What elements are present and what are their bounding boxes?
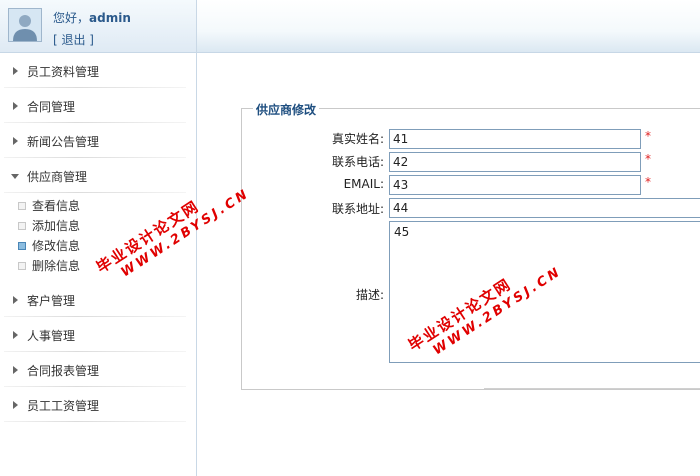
- menu-item-label: 合同报表管理: [27, 364, 100, 378]
- greeting-text: 您好，: [53, 11, 90, 25]
- submenu-label: 添加信息: [32, 219, 81, 233]
- user-panel: 您好，admin [ 退出 ]: [0, 0, 196, 53]
- submenu-label: 查看信息: [32, 199, 81, 213]
- menu-item-contract-report[interactable]: 合同报表管理: [0, 352, 196, 387]
- menu-item-label: 客户管理: [27, 294, 76, 308]
- menu-item-label: 员工资料管理: [27, 65, 100, 79]
- user-avatar-icon: [9, 9, 41, 41]
- realname-label: 真实姓名:: [331, 132, 384, 146]
- email-label: EMAIL:: [343, 177, 384, 191]
- required-mark: *: [645, 129, 651, 143]
- menu-item-customer[interactable]: 客户管理: [0, 282, 196, 317]
- menu-item-label: 供应商管理: [27, 170, 88, 184]
- menu-item-employee[interactable]: 员工资料管理: [0, 53, 196, 88]
- chevron-right-icon: [13, 296, 18, 304]
- menu-item-supplier[interactable]: 供应商管理: [0, 158, 196, 193]
- description-label: 描述:: [355, 288, 384, 302]
- chevron-right-icon: [13, 366, 18, 374]
- chevron-right-icon: [13, 102, 18, 110]
- phone-input[interactable]: [389, 152, 641, 172]
- header-band: [197, 0, 700, 53]
- square-bullet-icon: [18, 262, 26, 270]
- square-bullet-icon: [18, 222, 26, 230]
- square-bullet-icon: [18, 202, 26, 210]
- chevron-right-icon: [13, 137, 18, 145]
- submenu-label: 删除信息: [32, 259, 81, 273]
- required-mark: *: [645, 175, 651, 189]
- menu-item-news[interactable]: 新闻公告管理: [0, 123, 196, 158]
- menu-item-salary[interactable]: 员工工资管理: [0, 387, 196, 422]
- realname-input[interactable]: [389, 129, 641, 149]
- chevron-right-icon: [13, 331, 18, 339]
- address-label: 联系地址:: [331, 202, 384, 216]
- username: admin: [89, 11, 131, 25]
- address-input[interactable]: [389, 198, 700, 218]
- menu-item-contract[interactable]: 合同管理: [0, 88, 196, 123]
- menu-item-label: 员工工资管理: [27, 399, 100, 413]
- avatar: [8, 8, 42, 42]
- logout-link[interactable]: [ 退出 ]: [53, 31, 94, 48]
- menu-item-label: 新闻公告管理: [27, 135, 100, 149]
- chevron-right-icon: [13, 401, 18, 409]
- greeting: 您好，admin: [53, 9, 131, 26]
- square-bullet-icon: [18, 242, 26, 250]
- divider: [484, 388, 700, 389]
- submenu-label: 修改信息: [32, 239, 81, 253]
- chevron-right-icon: [13, 67, 18, 75]
- menu-item-label: 合同管理: [27, 100, 76, 114]
- required-mark: *: [645, 152, 651, 166]
- fieldset-legend: 供应商修改: [253, 101, 320, 118]
- chevron-down-icon: [11, 174, 19, 179]
- phone-label: 联系电话:: [331, 155, 384, 169]
- menu-item-label: 人事管理: [27, 329, 76, 343]
- email-input[interactable]: [389, 175, 641, 195]
- menu-item-hr[interactable]: 人事管理: [0, 317, 196, 352]
